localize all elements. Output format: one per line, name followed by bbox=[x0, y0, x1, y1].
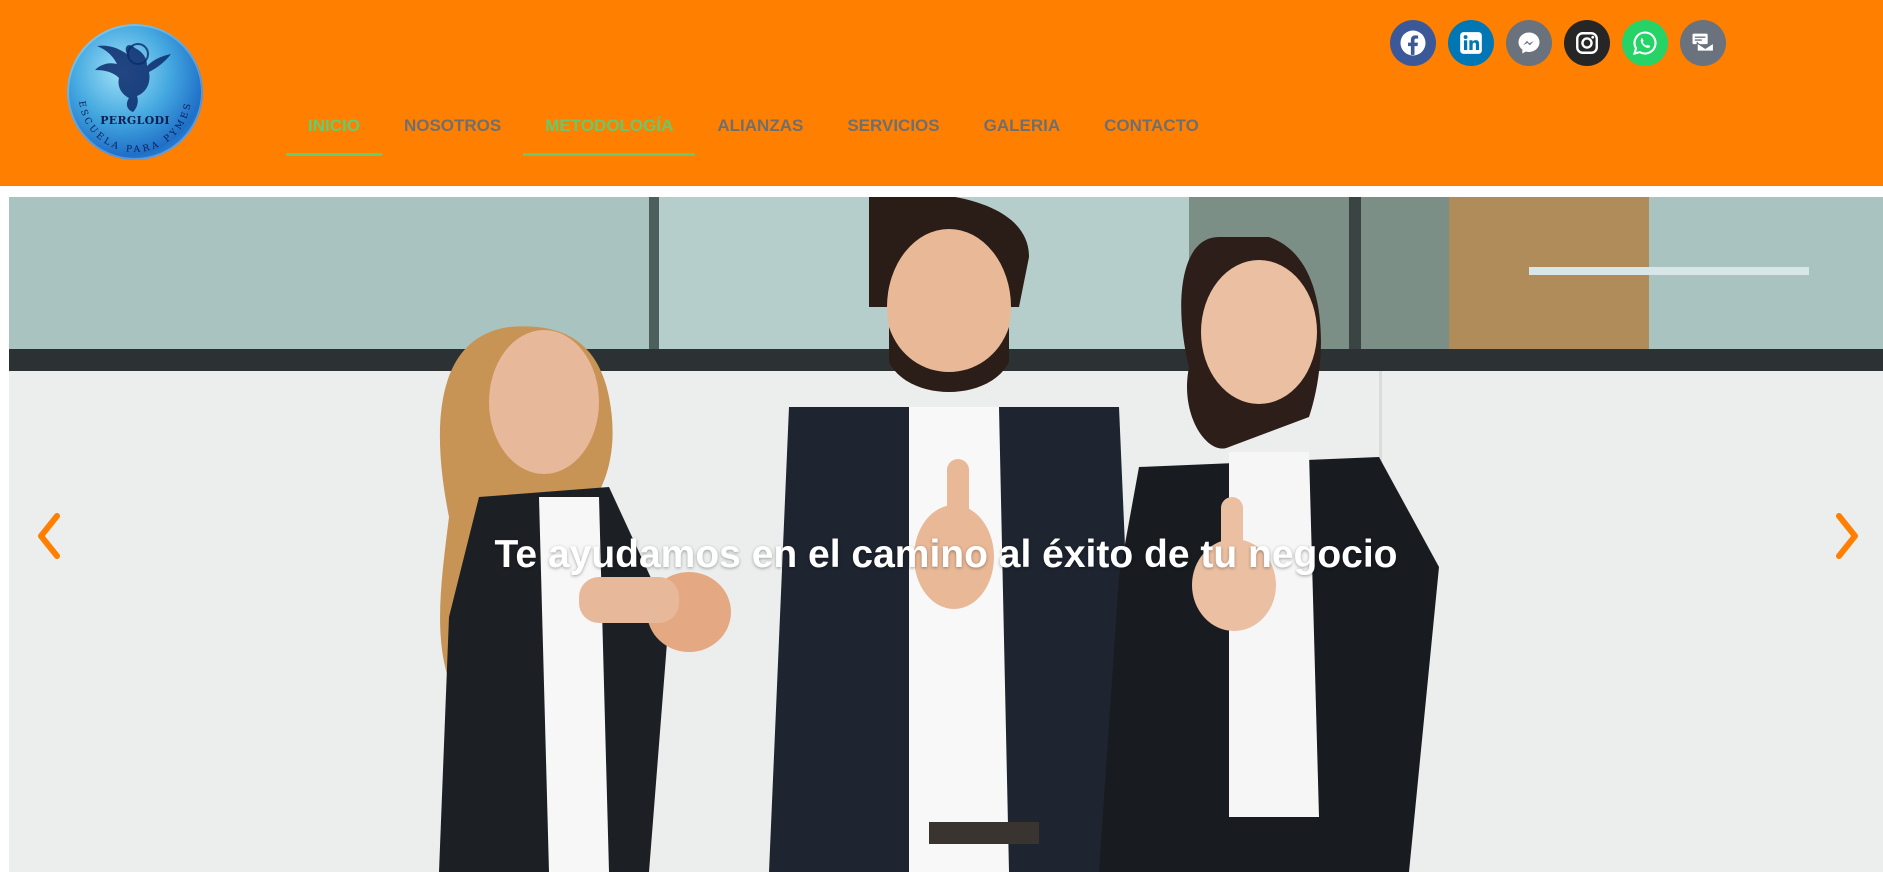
linkedin-button[interactable] bbox=[1448, 20, 1494, 66]
nav-item-contacto[interactable]: CONTACTO bbox=[1082, 108, 1221, 156]
logo-name: PERGLODI bbox=[100, 114, 170, 127]
nav-item-galeria[interactable]: GALERIA bbox=[962, 108, 1083, 156]
facebook-icon bbox=[1400, 30, 1426, 56]
social-links bbox=[1390, 20, 1726, 66]
instagram-icon bbox=[1576, 32, 1598, 54]
nav-item-servicios[interactable]: SERVICIOS bbox=[825, 108, 961, 156]
whatsapp-icon bbox=[1632, 31, 1657, 55]
envelope-open-text-icon bbox=[1692, 33, 1715, 52]
slider-next-button[interactable] bbox=[1827, 509, 1867, 563]
nav-item-alianzas[interactable]: ALIANZAS bbox=[695, 108, 825, 156]
nav-item-inicio[interactable]: INICIO bbox=[286, 108, 382, 156]
linkedin-icon bbox=[1460, 32, 1482, 54]
instagram-button[interactable] bbox=[1564, 20, 1610, 66]
main-nav: INICIO NOSOTROS METODOLOGÍA ALIANZAS SER… bbox=[286, 108, 1221, 156]
email-button[interactable] bbox=[1680, 20, 1726, 66]
nav-item-nosotros[interactable]: NOSOTROS bbox=[382, 108, 523, 156]
messenger-icon bbox=[1518, 32, 1540, 54]
phoenix-emblem-icon: ESCUELA PARA PYMES bbox=[76, 43, 191, 155]
nav-item-metodologia[interactable]: METODOLOGÍA bbox=[523, 108, 696, 156]
hero-title: Te ayudamos en el camino al éxito de tu … bbox=[494, 533, 1398, 577]
facebook-button[interactable] bbox=[1390, 20, 1436, 66]
site-logo[interactable]: ESCUELA PARA PYMES PERGLODI bbox=[67, 24, 203, 160]
site-header: ESCUELA PARA PYMES PERGLODI INICIO NOSOT… bbox=[0, 0, 1883, 186]
messenger-button[interactable] bbox=[1506, 20, 1552, 66]
hero-slider: Te ayudamos en el camino al éxito de tu … bbox=[9, 197, 1883, 872]
chevron-right-icon bbox=[1836, 513, 1858, 559]
whatsapp-button[interactable] bbox=[1622, 20, 1668, 66]
